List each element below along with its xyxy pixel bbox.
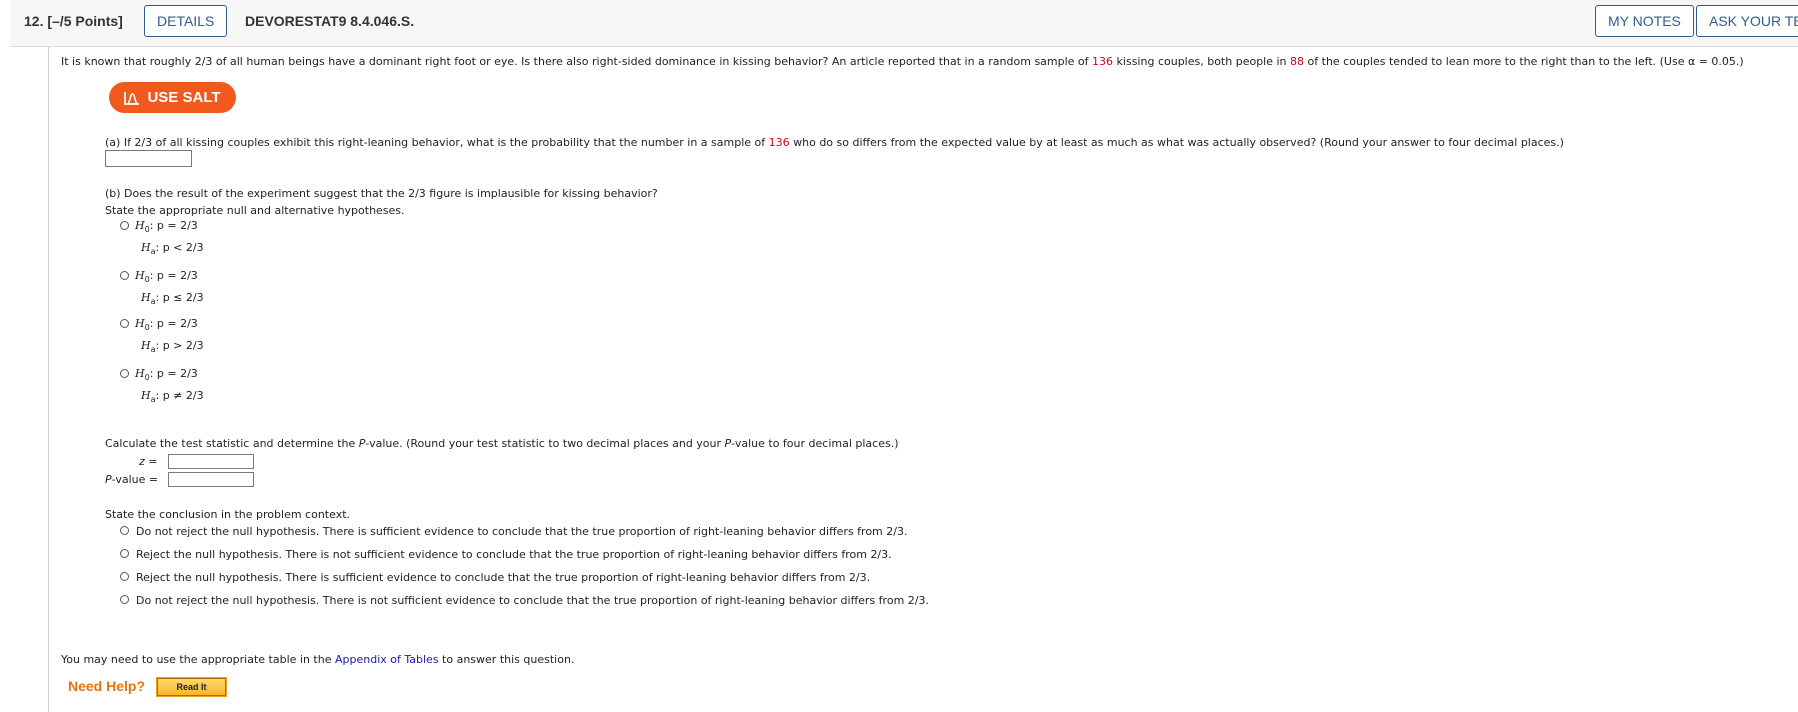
intro-text: It is known that roughly 2/3 of all huma… bbox=[61, 55, 1744, 68]
conclusion-option-4-radio[interactable] bbox=[120, 595, 129, 604]
part-a-sample-size: 136 bbox=[768, 136, 790, 149]
p-value-field[interactable] bbox=[168, 472, 254, 487]
z-statistic-field[interactable] bbox=[168, 454, 254, 469]
conclusion-option-1-radio[interactable] bbox=[120, 526, 129, 535]
hypothesis-option-2-null: H0: p = 2/3 bbox=[135, 269, 198, 284]
appendix-of-tables-link[interactable]: Appendix of Tables bbox=[335, 653, 439, 666]
calc-prompt: Calculate the test statistic and determi… bbox=[105, 437, 899, 450]
hypotheses-prompt: State the appropriate null and alternati… bbox=[105, 204, 405, 217]
hypothesis-option-4-radio[interactable] bbox=[120, 369, 129, 378]
conclusion-option-1-label: Do not reject the null hypothesis. There… bbox=[136, 525, 908, 538]
hypothesis-option-1-alt: Ha: p < 2/3 bbox=[141, 241, 204, 256]
conclusion-option-2-radio[interactable] bbox=[120, 549, 129, 558]
conclusion-option-3-radio[interactable] bbox=[120, 572, 129, 581]
observed-count: 88 bbox=[1290, 55, 1305, 68]
z-label: z = bbox=[139, 455, 158, 468]
conclusion-prompt: State the conclusion in the problem cont… bbox=[105, 508, 351, 521]
hypothesis-option-2-alt: Ha: p ≤ 2/3 bbox=[141, 291, 204, 306]
need-help-label: Need Help? bbox=[68, 678, 146, 694]
read-it-button[interactable]: Read It bbox=[156, 677, 227, 697]
hypothesis-option-2-radio[interactable] bbox=[120, 271, 129, 280]
part-a-question: (a) If 2/3 of all kissing couples exhibi… bbox=[105, 136, 1564, 149]
sample-size: 136 bbox=[1092, 55, 1114, 68]
hypothesis-option-4-null: H0: p = 2/3 bbox=[135, 367, 198, 382]
part-a-answer-field[interactable] bbox=[105, 150, 192, 167]
use-salt-button[interactable]: USE SALT bbox=[109, 82, 236, 113]
use-salt-label: USE SALT bbox=[147, 89, 221, 106]
hypothesis-option-3-null: H0: p = 2/3 bbox=[135, 317, 198, 332]
p-value-label: P-value = bbox=[105, 473, 159, 486]
conclusion-option-2-label: Reject the null hypothesis. There is not… bbox=[136, 548, 892, 561]
hypothesis-option-1-null: H0: p = 2/3 bbox=[135, 219, 198, 234]
salt-chart-icon bbox=[124, 91, 140, 105]
hypothesis-option-3-alt: Ha: p > 2/3 bbox=[141, 339, 204, 354]
conclusion-option-3-label: Reject the null hypothesis. There is suf… bbox=[136, 571, 871, 584]
conclusion-option-4-label: Do not reject the null hypothesis. There… bbox=[136, 594, 929, 607]
appendix-note: You may need to use the appropriate tabl… bbox=[61, 653, 575, 666]
hypothesis-option-4-alt: Ha: p ≠ 2/3 bbox=[141, 389, 204, 404]
part-b-question: (b) Does the result of the experiment su… bbox=[105, 187, 658, 200]
hypothesis-option-1-radio[interactable] bbox=[120, 221, 129, 230]
hypothesis-option-3-radio[interactable] bbox=[120, 319, 129, 328]
question-body: It is known that roughly 2/3 of all huma… bbox=[0, 0, 1798, 712]
